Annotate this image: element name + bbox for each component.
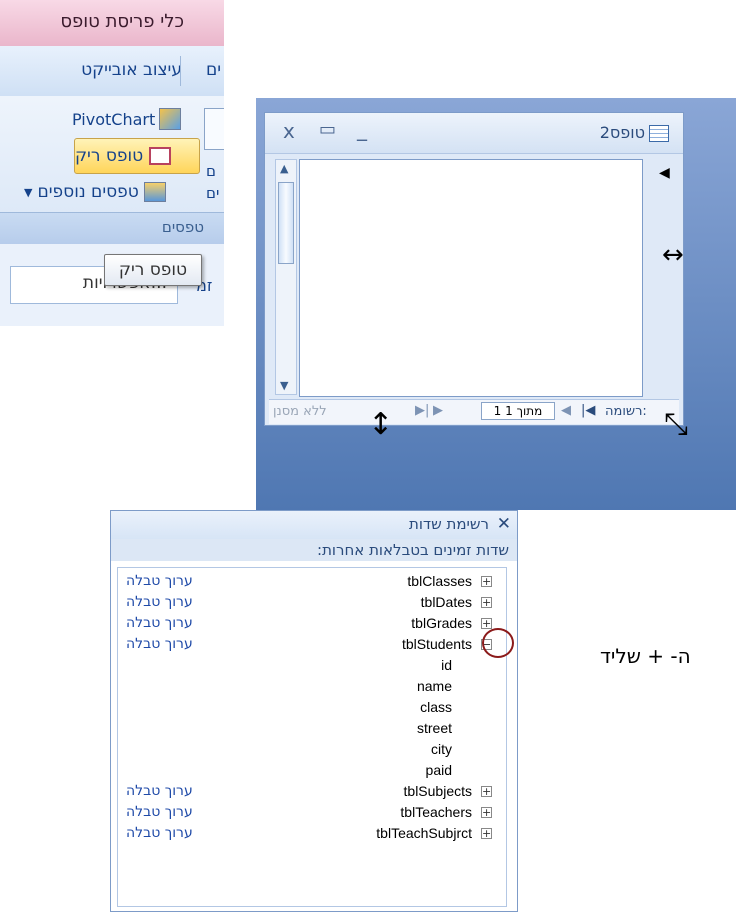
tab-format[interactable]: עיצוב אובייקט xyxy=(81,60,182,80)
section-header-label: שדות זמינים בטבלאות אחרות: xyxy=(317,541,509,559)
blank-form-label: טופס ריק xyxy=(75,146,144,166)
scroll-thumb[interactable] xyxy=(278,182,294,264)
field-name: class xyxy=(420,699,452,715)
more-forms-icon xyxy=(143,182,166,202)
field-row[interactable]: id xyxy=(118,656,504,676)
table-name: tblClasses xyxy=(407,573,472,589)
edit-table-link[interactable]: ערוך טבלה xyxy=(126,636,193,652)
close-icon[interactable]: ✕ xyxy=(497,514,511,534)
caption-text: ה- + שליד xyxy=(600,644,691,668)
group-label: טפסים xyxy=(161,218,204,236)
tab-divider xyxy=(180,56,181,86)
group-label-bar: טפסים xyxy=(0,212,224,245)
more-forms-button[interactable]: טפסים נוספים ▼ xyxy=(24,178,166,206)
scroll-up-icon[interactable]: ▲ xyxy=(280,162,288,175)
form-detail-area[interactable] xyxy=(299,159,643,397)
nav-last-icon[interactable]: ▶| xyxy=(415,403,429,418)
vertical-scrollbar[interactable]: ▲ ▼ xyxy=(275,159,297,395)
field-row[interactable]: paid xyxy=(118,761,504,781)
edit-table-link[interactable]: ערוך טבלה xyxy=(126,783,193,799)
edit-table-link[interactable]: ערוך טבלה xyxy=(126,615,193,631)
scroll-down-icon[interactable]: ▼ xyxy=(280,379,288,392)
form-titlebar[interactable]: טופס2 x ▭ _ xyxy=(265,113,683,154)
field-name: paid xyxy=(425,762,452,778)
ribbon-tab-row: עיצוב אובייקט ים xyxy=(0,46,224,97)
highlight-circle xyxy=(482,628,514,658)
field-list-header: ✕ רשימת שדות xyxy=(111,511,517,540)
edit-table-link[interactable]: ערוך טבלה xyxy=(126,573,193,589)
field-name: city xyxy=(431,741,452,757)
expand-icon[interactable]: + xyxy=(481,828,492,839)
table-name: tblStudents xyxy=(401,636,472,652)
close-icon[interactable]: x xyxy=(283,119,295,143)
table-row[interactable]: + tblTeachSubjrct ערוך טבלה xyxy=(118,824,504,844)
field-list-pane: ✕ רשימת שדות שדות זמינים בטבלאות אחרות: … xyxy=(110,510,518,912)
form-window[interactable]: טופס2 x ▭ _ ▲ ▼ ◀ ללא מסנן ▶| ▶ 1 מתוך 1… xyxy=(264,112,684,426)
blank-form-icon xyxy=(149,147,172,165)
tab-partial[interactable]: ים xyxy=(206,60,221,80)
field-name: id xyxy=(441,657,452,673)
ribbon: כלי פריסת טופס עיצוב אובייקט ים PivotCha… xyxy=(0,0,224,326)
table-name: tblDates xyxy=(420,594,472,610)
record-selector-strip xyxy=(645,159,677,395)
section-header: שדות זמינים בטבלאות אחרות: xyxy=(111,539,517,561)
record-navigation-bar: ללא מסנן ▶| ▶ 1 מתוך 1 ◀ |◀ רשומה: xyxy=(269,399,679,424)
nav-prev-icon[interactable]: ◀ xyxy=(561,403,571,418)
expand-icon[interactable]: + xyxy=(481,576,492,587)
resize-horizontal-arrow-icon: ↔ xyxy=(662,240,684,270)
form-icon xyxy=(649,125,669,142)
edit-table-link[interactable]: ערוך טבלה xyxy=(126,804,193,820)
field-row[interactable]: city xyxy=(118,740,504,760)
table-row[interactable]: + tblSubjects ערוך טבלה xyxy=(118,782,504,802)
tooltip: טופס ריק xyxy=(104,254,202,286)
record-selector-icon[interactable]: ◀ xyxy=(659,165,670,181)
expand-icon[interactable]: + xyxy=(481,786,492,797)
table-row[interactable]: + tblGrades ערוך טבלה xyxy=(118,614,504,634)
pivotchart-label: PivotChart xyxy=(72,109,156,129)
form-design-icon[interactable] xyxy=(204,108,224,150)
nav-next-icon[interactable]: ▶ xyxy=(433,403,443,418)
field-list-title: רשימת שדות xyxy=(408,515,489,533)
record-position-field[interactable]: 1 מתוך 1 xyxy=(481,402,555,420)
table-name: tblGrades xyxy=(411,615,472,631)
edit-table-link[interactable]: ערוך טבלה xyxy=(126,594,193,610)
blank-form-button[interactable]: טופס ריק xyxy=(74,138,200,174)
side-label-partial: ים xyxy=(206,184,220,202)
side-label-partial: ם xyxy=(206,162,216,180)
no-filter-label[interactable]: ללא מסנן xyxy=(273,404,327,419)
table-name: tblSubjects xyxy=(403,783,472,799)
table-row[interactable]: − tblStudents ערוך טבלה xyxy=(118,635,504,655)
field-name: name xyxy=(416,678,452,694)
field-list-tree: + tblClasses ערוך טבלה + tblDates ערוך טבלה + t… xyxy=(117,567,507,907)
resize-vertical-arrow-icon: ↕ xyxy=(368,407,394,442)
field-row[interactable]: name xyxy=(118,677,504,697)
expand-icon[interactable]: + xyxy=(481,618,492,629)
table-row[interactable]: + tblClasses ערוך טבלה xyxy=(118,572,504,592)
table-row[interactable]: + tblTeachers ערוך טבלה xyxy=(118,803,504,823)
field-row[interactable]: street xyxy=(118,719,504,739)
field-row[interactable]: class xyxy=(118,698,504,718)
form-title: טופס2 xyxy=(599,123,645,142)
pivotchart-icon xyxy=(159,108,182,130)
record-label: רשומה: xyxy=(605,404,647,419)
table-row[interactable]: + tblDates ערוך טבלה xyxy=(118,593,504,613)
expand-icon[interactable]: + xyxy=(481,807,492,818)
table-name: tblTeachSubjrct xyxy=(376,825,472,841)
nav-first-icon[interactable]: |◀ xyxy=(581,403,595,418)
contextual-tab-label: כלי פריסת טופס xyxy=(60,11,184,32)
edit-table-link[interactable]: ערוך טבלה xyxy=(126,825,193,841)
expand-icon[interactable]: + xyxy=(481,597,492,608)
minimize-icon[interactable]: _ xyxy=(357,117,367,141)
table-name: tblTeachers xyxy=(400,804,472,820)
restore-icon[interactable]: ▭ xyxy=(319,119,336,140)
contextual-tab-header[interactable]: כלי פריסת טופס xyxy=(0,0,224,47)
resize-diagonal-arrow-icon: ⤡ xyxy=(664,407,688,442)
pivotchart-button[interactable]: PivotChart xyxy=(72,106,182,132)
field-name: street xyxy=(416,720,452,736)
more-forms-label: טפסים נוספים xyxy=(37,182,139,202)
dropdown-arrow-icon: ▼ xyxy=(24,185,33,199)
